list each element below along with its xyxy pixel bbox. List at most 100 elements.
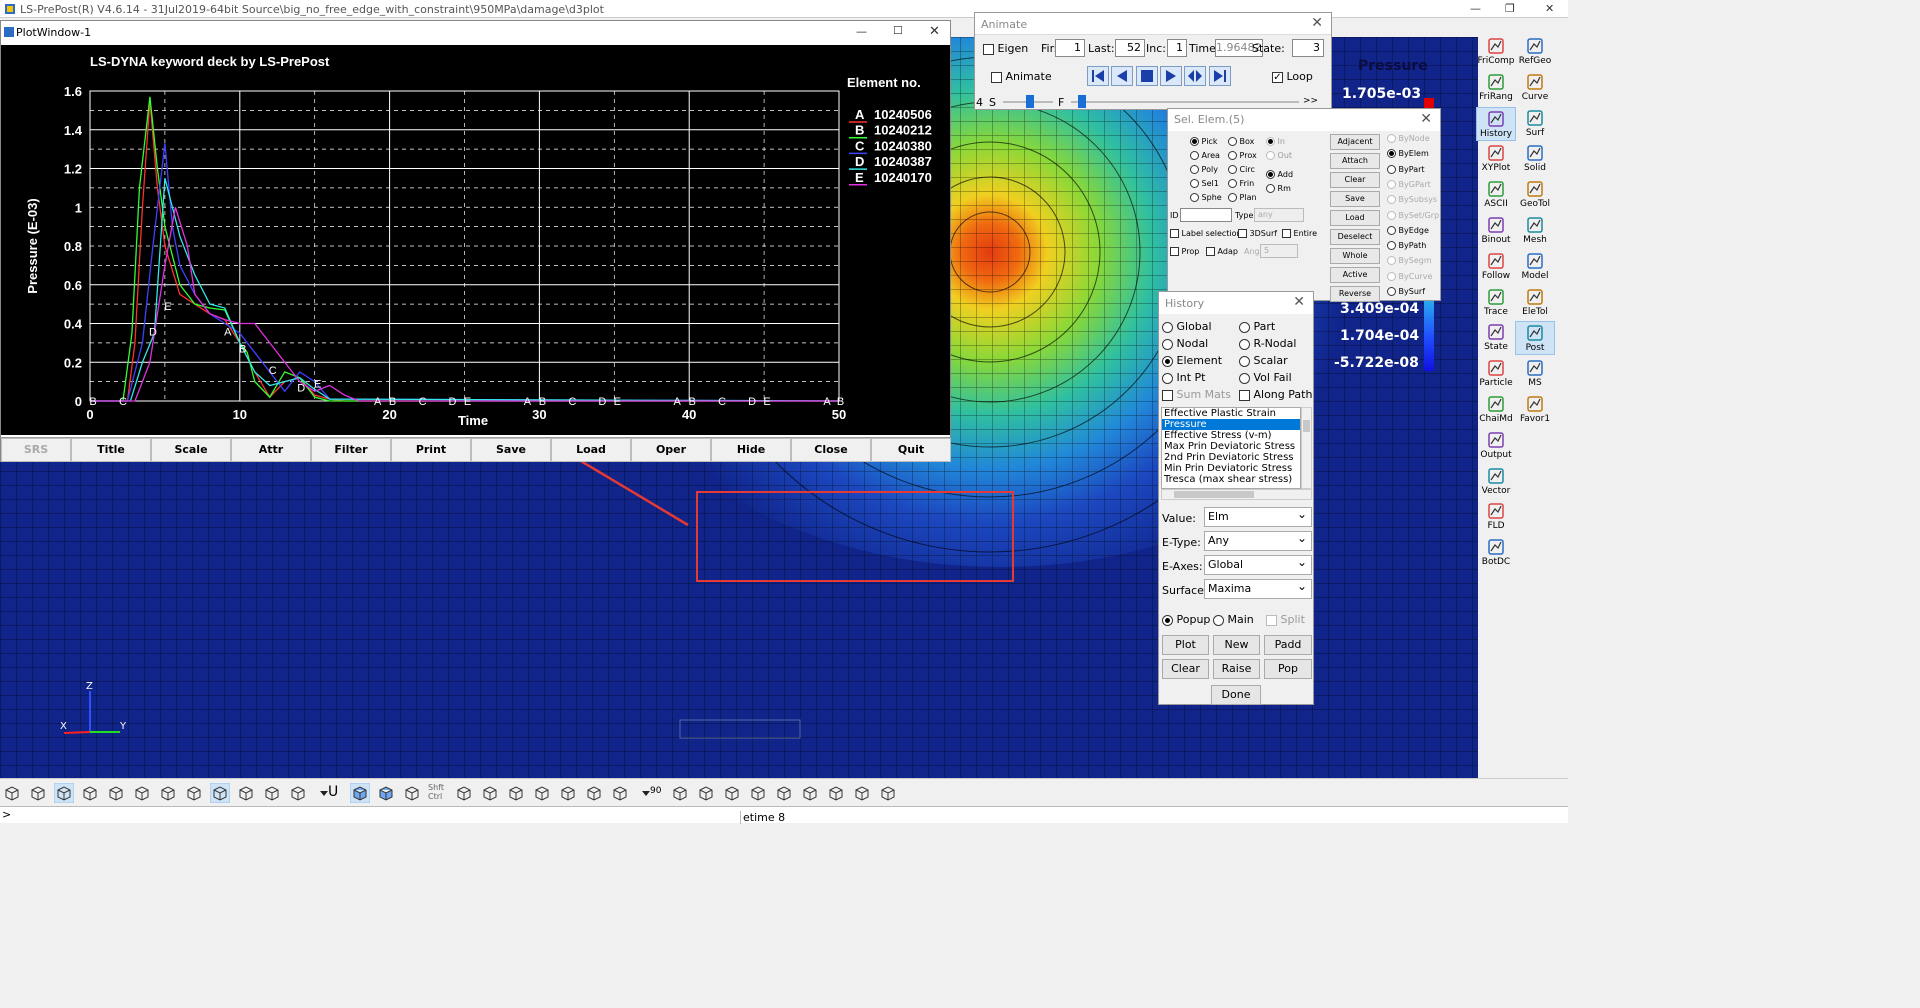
cube-edge-icon[interactable] (158, 783, 178, 803)
toolbar-surf[interactable]: Surf (1515, 107, 1555, 141)
toolbar-output[interactable]: Output (1476, 429, 1516, 463)
padd-button[interactable]: Padd (1264, 635, 1312, 655)
maximize-icon[interactable]: ☐ (893, 24, 903, 37)
zoom-add-icon[interactable] (480, 783, 500, 803)
cube-grid-icon[interactable] (236, 783, 256, 803)
minimize-icon[interactable]: — (1470, 2, 1481, 15)
label-selection-checkbox[interactable]: Label selection (1170, 229, 1242, 238)
close-icon[interactable]: ✕ (1311, 15, 1323, 31)
entire-checkbox[interactable]: Entire (1282, 229, 1317, 238)
whole-button[interactable]: Whole (1330, 248, 1380, 264)
toolbar-solid[interactable]: Solid (1515, 142, 1555, 176)
zoom-fit-icon[interactable] (506, 783, 526, 803)
popup-radio[interactable]: Popup (1162, 613, 1210, 626)
close-icon[interactable]: ✕ (929, 24, 940, 39)
toolbar-particle[interactable]: Particle (1476, 357, 1516, 391)
history-variable-item[interactable]: Effective Stress (v-m) (1162, 430, 1300, 441)
select-bynode[interactable]: ByNode (1387, 134, 1430, 143)
play-button[interactable] (1160, 66, 1182, 86)
toolbar-binout[interactable]: Binout (1476, 214, 1516, 248)
history-type-int-pt[interactable]: Int Pt (1162, 371, 1205, 384)
command-line[interactable]: > etime 8 (0, 806, 1568, 824)
history-variable-item[interactable]: Min Prin Deviatoric Stress (1162, 463, 1300, 474)
checker-icon[interactable] (774, 783, 794, 803)
scope-out[interactable]: Out (1266, 151, 1292, 160)
toolbar-chaimd[interactable]: ChaiMd (1476, 393, 1516, 427)
box-outline-icon[interactable] (402, 783, 422, 803)
load-button[interactable]: Load (1330, 210, 1380, 226)
list-hscrollbar[interactable] (1161, 489, 1312, 500)
select-add[interactable]: Add (1266, 170, 1293, 179)
print-button[interactable]: Print (391, 438, 471, 462)
toolbar-post[interactable]: Post (1515, 321, 1555, 356)
pick-mode-circ[interactable]: Circ (1228, 165, 1255, 174)
etype-select[interactable]: Any (1204, 529, 1312, 551)
pick-mode-prox[interactable]: Prox (1228, 151, 1257, 160)
stop-button[interactable] (1136, 66, 1158, 86)
step-back-button[interactable] (1111, 66, 1133, 86)
toolbar-refgeo[interactable]: RefGeo (1515, 35, 1555, 69)
history-type-part[interactable]: Part (1239, 320, 1275, 333)
attr-button[interactable]: Attr (231, 438, 311, 462)
inc-field[interactable]: 1 (1167, 39, 1187, 57)
filter-button[interactable]: Filter (311, 438, 391, 462)
grid-view-icon[interactable] (748, 783, 768, 803)
pick-mode-poly[interactable]: Poly (1190, 165, 1218, 174)
select-bypart[interactable]: ByPart (1387, 164, 1425, 174)
animate-checkbox[interactable]: Animate (991, 70, 1052, 83)
first-field[interactable]: 1 (1055, 39, 1085, 57)
load-button[interactable]: Load (551, 438, 631, 462)
toolbar-state[interactable]: State (1476, 321, 1516, 355)
last-field[interactable]: 52 (1115, 39, 1145, 57)
select-rm[interactable]: Rm (1266, 184, 1291, 193)
quit-button[interactable]: Quit (871, 438, 951, 462)
adap-checkbox[interactable]: Adap (1206, 247, 1238, 256)
select-bygpart[interactable]: ByGPart (1387, 179, 1431, 189)
history-type-vol-fail[interactable]: Vol Fail (1239, 371, 1292, 384)
done-button[interactable]: Done (1211, 685, 1261, 705)
select-bypath[interactable]: ByPath (1387, 241, 1426, 251)
value-select[interactable]: Elm (1204, 505, 1312, 527)
clear-button[interactable]: Clear (1330, 172, 1380, 188)
cube-fringe-icon[interactable] (210, 783, 230, 803)
history-type-nodal[interactable]: Nodal (1162, 337, 1208, 350)
reverse-button[interactable]: Reverse (1330, 286, 1380, 302)
toolbar-favor1[interactable]: Favor1 (1515, 393, 1555, 427)
fringe-icon[interactable] (288, 783, 308, 803)
toolbar-eletol[interactable]: EleTol (1515, 286, 1555, 320)
history-type-element[interactable]: Element (1162, 354, 1222, 367)
toolbar-ms[interactable]: MS (1515, 357, 1555, 391)
rotate-icon[interactable] (454, 783, 474, 803)
list-scrollbar[interactable] (1301, 407, 1312, 489)
close-icon[interactable]: ✕ (1293, 294, 1305, 310)
id-field[interactable] (1180, 208, 1232, 222)
scale-button[interactable]: Scale (151, 438, 231, 462)
history-variable-item[interactable]: Tresca (max shear stress) (1162, 474, 1300, 485)
3dsurf-checkbox[interactable]: 3DSurf (1238, 229, 1277, 238)
first-frame-button[interactable] (1087, 66, 1109, 86)
save-button[interactable]: Save (1330, 191, 1380, 207)
cube-wire-icon[interactable] (28, 783, 48, 803)
select-bysubsys[interactable]: BySubsys (1387, 195, 1437, 205)
cube-feature-icon[interactable] (132, 783, 152, 803)
toolbar-ascii[interactable]: ASCII (1476, 178, 1516, 212)
history-variable-item[interactable]: Effective Plastic Strain (1162, 408, 1300, 419)
plot-button[interactable]: Plot (1162, 635, 1209, 655)
hide-button[interactable]: Hide (711, 438, 791, 462)
toolbar-frirang[interactable]: FriRang (1476, 71, 1516, 105)
pressure-plot[interactable]: 0 10 20 30 40 50 0 0.2 0.4 0.6 0.8 1 1.2 1.4 1.6 LS-DYN… (1, 45, 950, 435)
speed-slider-thumb[interactable] (1026, 95, 1035, 108)
toolbar-history[interactable]: History (1476, 106, 1516, 141)
pick-mode-box[interactable]: Box (1228, 137, 1254, 146)
loop-checkbox[interactable]: Loop (1272, 70, 1313, 83)
history-type-r-nodal[interactable]: R-Nodal (1239, 337, 1296, 350)
pick-mode-frin[interactable]: Frin (1228, 179, 1254, 188)
deselect-button[interactable]: Deselect (1330, 229, 1380, 245)
play-both-button[interactable] (1184, 66, 1206, 86)
history-variable-item[interactable]: 2nd Prin Deviatoric Stress (1162, 452, 1300, 463)
solid-blue-icon[interactable] (350, 783, 370, 803)
active-button[interactable]: Active (1330, 267, 1380, 283)
raise-button[interactable]: Raise (1213, 659, 1260, 679)
attach-button[interactable]: Attach (1330, 153, 1380, 169)
axis-tool-icon[interactable] (670, 783, 690, 803)
